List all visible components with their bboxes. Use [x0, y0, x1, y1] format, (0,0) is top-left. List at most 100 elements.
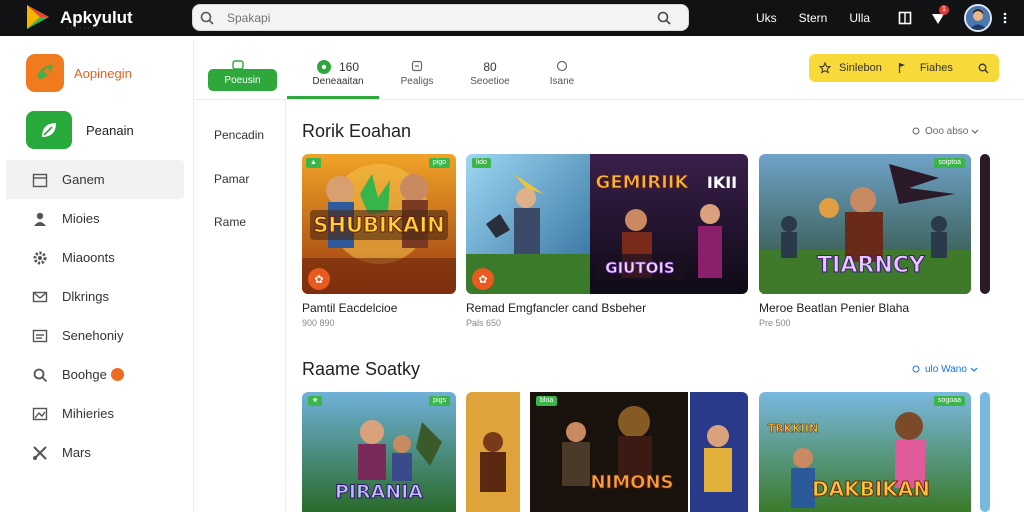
card-tag: pigo: [428, 158, 450, 168]
sidebar-featured[interactable]: Peanain: [26, 111, 134, 149]
section-title: Raame Soatky: [302, 359, 421, 379]
featured-leaf-icon: [26, 111, 72, 149]
sidebar-item-mars[interactable]: Mars: [6, 433, 184, 472]
game-cover-art: GEMIRIIK IKII GIUTOIS: [466, 154, 748, 294]
top-nav-link-2[interactable]: Stern: [799, 11, 828, 25]
promo-bar[interactable]: Sinlebon Fiahes: [809, 54, 999, 82]
game-cover-art: PIRANIA: [302, 392, 456, 512]
mail-icon: [32, 289, 48, 305]
promo-left-label: Sinlebon: [839, 62, 882, 74]
card-app-icon: ✿: [308, 268, 330, 290]
flag-icon: [898, 62, 906, 74]
sidebar-brand[interactable]: Aopinegin: [26, 54, 132, 92]
sidebar-item-ganem[interactable]: Ganem: [6, 160, 184, 199]
top-nav: Uks Stern Ulla: [756, 0, 892, 36]
avatar[interactable]: [964, 4, 992, 32]
sidebar-item-boohge[interactable]: Boohge: [6, 355, 184, 394]
tab-seoetioe[interactable]: 80 Seoetioe: [464, 58, 516, 87]
search-icon[interactable]: [978, 63, 989, 74]
card-title[interactable]: Meroe Beatlan Penier Blaha: [759, 301, 909, 315]
sidebar-item-label: Senehoniy: [62, 328, 124, 343]
subnav-item-pencadin[interactable]: Pencadin: [214, 128, 264, 142]
app-logo[interactable]: Apkyulut · · · · · · · · ·: [24, 3, 133, 32]
subnav-item-rame[interactable]: Rame: [214, 215, 246, 229]
section-link-label: Ooo abso: [925, 126, 969, 137]
tab-pealigs[interactable]: Pealigs: [394, 58, 440, 87]
sidebar-item-mioies[interactable]: Mioies: [6, 199, 184, 238]
section-see-all-link[interactable]: Ooo abso: [912, 126, 979, 137]
svg-text:NIMONS: NIMONS: [590, 472, 673, 493]
svg-text:TRKKIIN: TRKKIIN: [768, 422, 818, 435]
tab-isane[interactable]: Isane: [544, 58, 580, 87]
sidebar-item-label: Boohge: [62, 367, 107, 382]
subnav-item-pamar[interactable]: Pamar: [214, 172, 249, 186]
account-menu-chevron-icon[interactable]: [1000, 11, 1010, 30]
game-card[interactable]: PIRANIA ★ pigs: [302, 392, 456, 512]
game-card-peek[interactable]: [980, 154, 990, 294]
image-icon: [32, 406, 48, 422]
card-app-icon: ✿: [472, 268, 494, 290]
sub-navigation: Pencadin Pamar Rame: [194, 100, 286, 512]
tab-count: 80: [483, 60, 497, 74]
game-card[interactable]: SHUBIKAIN pigo ▲ ✿: [302, 154, 456, 294]
notification-dot: [110, 368, 124, 381]
sidebar-item-senehoniy[interactable]: Senehoniy: [6, 316, 184, 355]
svg-text:GIUTOIS: GIUTOIS: [605, 259, 674, 277]
sidebar-item-label: Ganem: [62, 172, 105, 187]
logo-subtitle: · · · · · · · · ·: [66, 25, 103, 32]
search-submit-icon[interactable]: [650, 4, 678, 31]
tab-pill-button[interactable]: Poeusin: [208, 69, 277, 91]
tools-icon: [32, 445, 48, 461]
person-icon: [32, 211, 48, 227]
card-meta: 900 890: [302, 318, 335, 328]
sidebar: Aopinegin Peanain Ganem Mioies Miaoonts …: [6, 40, 194, 512]
sidebar-item-label: Dlkrings: [62, 289, 109, 304]
top-nav-link-3[interactable]: Ulla: [849, 11, 870, 25]
game-cover-art: TRKKIIN DAKBIKAN: [759, 392, 971, 512]
game-card[interactable]: NIMONS bloa: [466, 392, 748, 512]
play-logo-icon: [24, 3, 52, 31]
svg-text:DAKBIKAN: DAKBIKAN: [812, 477, 930, 501]
game-cover-art: TIARNCY: [759, 154, 971, 294]
svg-text:SHUBIKAIN: SHUBIKAIN: [313, 213, 445, 237]
card-title[interactable]: Remad Emgfancler cand Bsbeher: [466, 301, 646, 315]
sidebar-item-label: Mioies: [62, 211, 100, 226]
sidebar-item-dlkrings[interactable]: Dlkrings: [6, 277, 184, 316]
svg-text:IKII: IKII: [707, 173, 737, 192]
card-title[interactable]: Pamtil Eacdelcioe: [302, 301, 397, 315]
sidebar-menu: Ganem Mioies Miaoonts Dlkrings Senehoniy…: [6, 160, 184, 472]
top-nav-link-1[interactable]: Uks: [756, 11, 777, 25]
star-icon: [819, 62, 831, 74]
section-title: Rorik Eoahan: [302, 121, 412, 141]
calendar-icon: [32, 172, 48, 188]
tab-deneaaitan[interactable]: 160 Deneaaitan: [304, 58, 372, 87]
tab-badge-icon: [316, 60, 331, 74]
card-tag: bloa: [536, 396, 558, 406]
svg-text:GEMIRIIK: GEMIRIIK: [596, 172, 690, 193]
sidebar-brand-label: Aopinegin: [74, 65, 132, 81]
notification-icon[interactable]: 1: [930, 5, 949, 26]
promo-right-label: Fiahes: [919, 62, 953, 74]
sidebar-item-label: Miaoonts: [62, 250, 115, 265]
card-rank-badge: ▲: [306, 158, 321, 168]
notification-badge: 1: [939, 5, 949, 15]
sidebar-item-mihieries[interactable]: Mihieries: [6, 394, 184, 433]
game-card[interactable]: TRKKIIN DAKBIKAN sogoaa: [759, 392, 971, 512]
gear-icon: [32, 250, 48, 266]
card-rank-badge: ★: [308, 396, 323, 406]
search-icon: [193, 4, 221, 31]
svg-text:PIRANIA: PIRANIA: [335, 481, 423, 503]
tab-label: Isane: [549, 76, 575, 87]
game-card[interactable]: GEMIRIIK IKII GIUTOIS lido ✿: [466, 154, 748, 294]
game-card[interactable]: TIARNCY soiptoa: [759, 154, 971, 294]
search-bar[interactable]: [192, 4, 689, 31]
bookmark-icon[interactable]: [898, 11, 912, 25]
card-tag: pigs: [429, 396, 450, 406]
sidebar-item-miaoonts[interactable]: Miaoonts: [6, 238, 184, 277]
card-tag: lido: [472, 158, 491, 168]
game-card-peek[interactable]: [980, 392, 990, 512]
top-bar: Apkyulut · · · · · · · · · Uks Stern Ull…: [0, 0, 1024, 36]
search-input[interactable]: [227, 10, 647, 25]
section-link-label: ulo Wano: [925, 364, 967, 375]
section-see-all-link[interactable]: ulo Wano: [912, 364, 978, 375]
